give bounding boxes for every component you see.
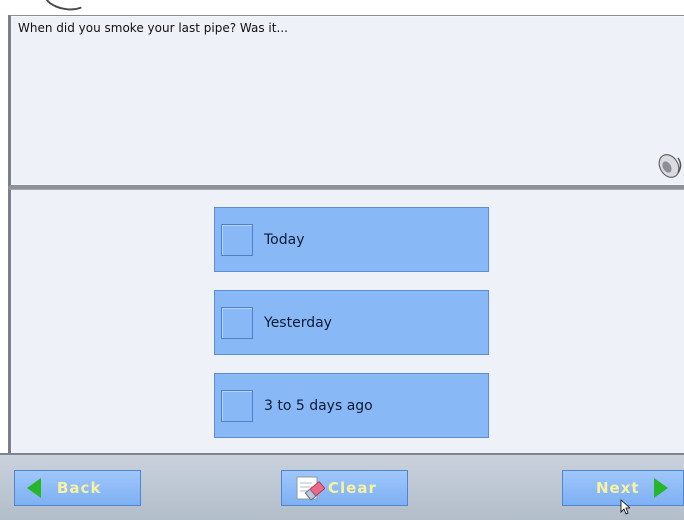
- decorative-arc: [42, 0, 90, 14]
- checkbox[interactable]: [221, 223, 253, 256]
- eraser-icon: [296, 476, 325, 501]
- checkbox[interactable]: [221, 306, 253, 339]
- next-label: Next: [596, 479, 640, 497]
- option-3-to-5-days-ago[interactable]: 3 to 5 days ago: [214, 373, 489, 438]
- checkbox[interactable]: [221, 389, 253, 422]
- mouse-cursor-icon: [620, 499, 630, 515]
- back-label: Back: [57, 479, 102, 497]
- clear-label: Clear: [328, 479, 377, 497]
- triangle-left-icon: [27, 478, 41, 498]
- speaker-icon[interactable]: [652, 148, 684, 182]
- option-label: Yesterday: [264, 314, 332, 331]
- option-label: Today: [264, 231, 305, 248]
- clear-button[interactable]: Clear: [281, 470, 408, 506]
- question-panel: When did you smoke your last pipe? Was i…: [8, 15, 684, 186]
- option-label: 3 to 5 days ago: [264, 397, 373, 414]
- option-today[interactable]: Today: [214, 207, 489, 272]
- navigation-bar: Back Clear Next: [0, 453, 684, 520]
- back-button[interactable]: Back: [14, 470, 141, 506]
- survey-screen: When did you smoke your last pipe? Was i…: [0, 0, 684, 520]
- triangle-right-icon: [653, 478, 668, 498]
- option-yesterday[interactable]: Yesterday: [214, 290, 489, 355]
- question-text: When did you smoke your last pipe? Was i…: [18, 21, 288, 35]
